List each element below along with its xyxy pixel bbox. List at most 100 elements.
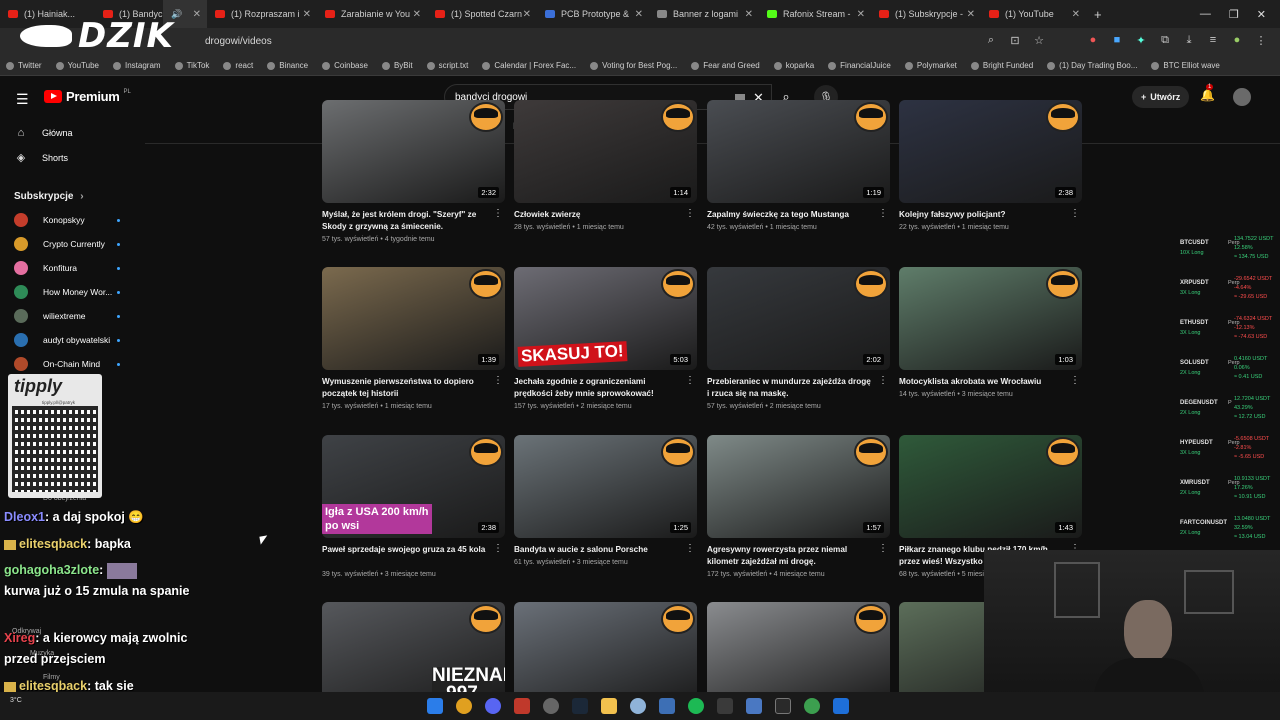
video-card[interactable]: 1:57 Agresywny rowerzysta przez niemal ki… [707, 435, 890, 595]
video-title[interactable]: Przebieraniec w mundurze zajeżdża drogę … [707, 376, 875, 400]
app-icon[interactable] [659, 698, 675, 714]
video-title[interactable]: Kolejny fałszywy policjant? [899, 209, 1067, 221]
video-title[interactable]: Zapalmy świeczkę za tego Mustanga [707, 209, 875, 221]
stream-logo: DZIK [20, 16, 190, 56]
video-title[interactable]: Agresywny rowerzysta przez niemal kilome… [707, 544, 875, 568]
chat-text: : bapka [87, 537, 131, 551]
notepad-icon[interactable] [746, 698, 762, 714]
video-title[interactable]: Wymuszenie pierwszeństwa to dopiero pocz… [322, 376, 490, 400]
position-v3: ≈ -29.65 USD [1234, 294, 1268, 300]
video-thumbnail[interactable] [707, 602, 890, 705]
video-card[interactable]: Igła z USA 200 km/h po wsi 2:38 Paweł sprz… [322, 435, 505, 595]
video-thumbnail[interactable]: 1:19 [707, 100, 890, 203]
video-title[interactable]: Myślał, że jest królem drogi. "Szeryf" z… [322, 209, 490, 233]
video-title[interactable]: Motocyklista akrobata we Wrocławiu [899, 376, 1067, 388]
video-duration: 1:39 [478, 354, 499, 365]
position-v2: 43.29% [1234, 405, 1253, 411]
more-options-icon[interactable]: ⋮ [1070, 208, 1080, 219]
video-title[interactable]: Człowiek zwierzę [514, 209, 682, 221]
app-icon[interactable] [514, 698, 530, 714]
video-meta: 157 tys. wyświetleń • 2 miesiące temu [514, 403, 632, 410]
discord-icon[interactable] [485, 698, 501, 714]
video-meta: 28 tys. wyświetleń • 1 miesiąc temu [514, 224, 624, 231]
shield-icon[interactable] [833, 698, 849, 714]
sub-badge-icon [4, 539, 16, 550]
mascot-icon [661, 269, 695, 299]
video-thumbnail[interactable]: 2:32 [322, 100, 505, 203]
start-icon[interactable] [427, 698, 443, 714]
mascot-icon [1046, 437, 1080, 467]
mascot-icon [854, 437, 888, 467]
position-lev: 2X Long [1180, 410, 1201, 416]
video-thumbnail[interactable]: Igła z USA 200 km/h po wsi 2:38 [322, 435, 505, 538]
video-thumbnail[interactable]: 1:14 [514, 100, 697, 203]
more-options-icon[interactable]: ⋮ [1070, 375, 1080, 386]
video-thumbnail[interactable]: 2:02 [707, 267, 890, 370]
position-v1: 134.7522 USDT [1234, 236, 1274, 242]
more-options-icon[interactable]: ⋮ [685, 543, 695, 554]
terminal-icon[interactable] [775, 698, 791, 714]
more-options-icon[interactable]: ⋮ [685, 208, 695, 219]
chrome-icon[interactable] [456, 698, 472, 714]
position-sym: XRPUSDT [1180, 280, 1209, 286]
position-v3: ≈ 12.72 USD [1234, 414, 1266, 420]
video-thumbnail[interactable]: 1:03 [899, 267, 1082, 370]
chat-username: Dleox1 [4, 510, 45, 524]
video-thumbnail[interactable]: 1:25 [514, 435, 697, 538]
spotify-icon[interactable] [688, 698, 704, 714]
chat-message: kurwa już o 15 zmula na spanie [4, 581, 194, 602]
video-card[interactable]: 1:14 Człowiek zwierzę 28 tys. wyświetleń •… [514, 100, 697, 260]
mascot-icon [854, 269, 888, 299]
chat-message: gohagoha3zlote: [4, 560, 194, 581]
position-v1: -5.6508 USDT [1234, 436, 1270, 442]
video-title[interactable]: Jechała zgodnie z ograniczeniami prędkoś… [514, 376, 682, 400]
position-row: FARTCOINUSDT 2X Long 13.0480 USDT 32.59% ≈ 1… [1176, 516, 1280, 550]
video-card[interactable]: 1:03 Motocyklista akrobata we Wrocławiu 14… [899, 267, 1082, 427]
steam-icon[interactable] [572, 698, 588, 714]
video-card[interactable]: SKASUJ TO! 5:03 Jechała zgodnie z ogranicz… [514, 267, 697, 427]
video-title[interactable]: Bandyta w aucie z salonu Porsche [514, 544, 682, 556]
app-icon[interactable] [630, 698, 646, 714]
video-card[interactable]: 2:38 Kolejny fałszywy policjant? 22 tys. w… [899, 100, 1082, 260]
video-thumbnail[interactable]: SKASUJ TO! 5:03 [514, 267, 697, 370]
more-options-icon[interactable]: ⋮ [493, 543, 503, 554]
weather-widget[interactable]: 3°C [10, 697, 22, 704]
mascot-icon [661, 437, 695, 467]
more-options-icon[interactable]: ⋮ [878, 375, 888, 386]
video-card[interactable]: 2:02 Przebieraniec w mundurze zajeżdża dr… [707, 267, 890, 427]
more-options-icon[interactable]: ⋮ [493, 208, 503, 219]
video-thumbnail[interactable]: 2:38 [899, 100, 1082, 203]
video-title[interactable]: Paweł sprzedaje swojego gruza za 45 kola [322, 544, 490, 556]
video-thumbnail[interactable]: 1:57 [707, 435, 890, 538]
position-v1: 12.7204 USDT [1234, 396, 1271, 402]
mascot-icon [854, 604, 888, 634]
obs-icon[interactable] [543, 698, 559, 714]
mascot-icon [1046, 269, 1080, 299]
position-v3: ≈ 13.04 USD [1234, 534, 1266, 540]
chat-username: gohagoha3zlote [4, 563, 100, 577]
app-icon[interactable] [717, 698, 733, 714]
more-options-icon[interactable]: ⋮ [493, 375, 503, 386]
video-thumbnail[interactable]: 1:39 [322, 267, 505, 370]
position-v1: -74.6324 USDT [1234, 316, 1273, 322]
video-card[interactable]: 1:39 Wymuszenie pierwszeństwa to dopiero … [322, 267, 505, 427]
video-card[interactable]: 1:25 Bandyta w aucie z salonu Porsche 61 t… [514, 435, 697, 595]
mascot-icon [469, 604, 503, 634]
mascot-icon [854, 102, 888, 132]
more-options-icon[interactable]: ⋮ [878, 543, 888, 554]
more-options-icon[interactable]: ⋮ [685, 375, 695, 386]
app-icon[interactable] [804, 698, 820, 714]
video-thumbnail[interactable]: 1:43 [899, 435, 1082, 538]
video-meta: 61 tys. wyświetleń • 3 miesiące temu [514, 559, 628, 566]
video-thumbnail[interactable]: NIEZNANY 997 [322, 602, 505, 705]
video-card[interactable]: 1:19 Zapalmy świeczkę za tego Mustanga 42 … [707, 100, 890, 260]
thumbnail-text: SKASUJ TO! [517, 341, 628, 367]
position-row: BTCUSDT Perp 10X Long 134.7522 USDT 12.58% ≈ … [1176, 236, 1280, 270]
video-thumbnail[interactable] [514, 602, 697, 705]
video-card[interactable]: 2:32 Myślał, że jest królem drogi. "Szery… [322, 100, 505, 260]
more-options-icon[interactable]: ⋮ [878, 208, 888, 219]
position-sym: HYPEUSDT [1180, 440, 1213, 446]
folder-icon[interactable] [601, 698, 617, 714]
video-duration: 2:02 [863, 354, 884, 365]
position-lev: 2X Long [1180, 530, 1201, 536]
